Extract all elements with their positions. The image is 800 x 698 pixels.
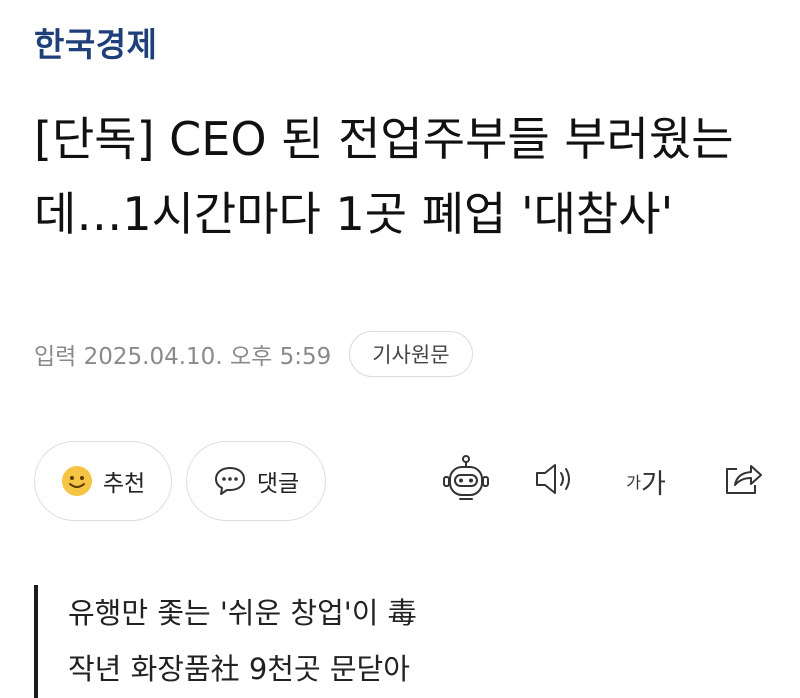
recommend-label: 추천 [102,471,146,497]
comment-label: 댓글 [256,471,300,497]
action-toolbar: 추천 댓글 가 가 [34,441,774,521]
article-headline: [단독] CEO 된 전업주부들 부러웠는데…1시간마다 1곳 폐업 '대참사' [34,112,734,241]
publisher-logo[interactable]: 한국경제 [34,18,157,66]
font-size-large-glyph: 가 [640,468,666,500]
summary-bot-button[interactable] [438,455,494,507]
smiley-icon [61,465,93,497]
subheading-quote: 유행만 좇는 '쉬운 창업'이 毒 작년 화장품社 9천곳 문닫아 [34,585,417,698]
original-article-button[interactable]: 기사원문 [349,331,473,377]
subheading-line: 작년 화장품社 9천곳 문닫아 [68,652,410,686]
speech-bubble-icon [213,465,247,497]
share-button[interactable] [718,455,768,507]
robot-icon [441,454,491,508]
comment-button[interactable]: 댓글 [186,441,326,521]
speaker-icon [533,459,577,503]
font-size-small-glyph: 가 [626,473,641,492]
article-meta: 입력 2025.04.10. 오후 5:59 기사원문 [34,331,473,377]
font-size-button[interactable]: 가 가 [616,455,676,507]
recommend-button[interactable]: 추천 [34,441,172,521]
original-article-label: 기사원문 [372,343,450,367]
read-aloud-button[interactable] [530,455,580,507]
share-icon [721,459,765,503]
published-date: 입력 2025.04.10. 오후 5:59 [34,344,332,370]
subheading-line: 유행만 좇는 '쉬운 창업'이 毒 [68,596,417,630]
